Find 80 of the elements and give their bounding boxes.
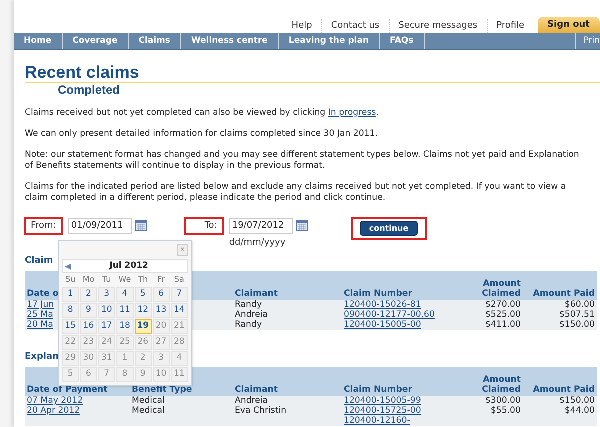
column-header: Claim Number	[342, 271, 462, 300]
section-title: Claim	[25, 256, 54, 266]
table-cell: Eva Christin	[235, 406, 287, 416]
table-cell: $507.51	[559, 310, 595, 320]
calendar-day[interactable]: 18	[116, 319, 134, 334]
calendar-day[interactable]: 11	[116, 303, 134, 318]
page-title: Recent claims	[25, 64, 140, 82]
calendar-day[interactable]: 14	[170, 303, 188, 318]
calendar-day[interactable]: 16	[80, 319, 98, 334]
date-link[interactable]: 20 Ma	[27, 320, 54, 330]
nav-item[interactable]: Home	[14, 33, 63, 49]
weekday-label: Fr	[156, 274, 166, 286]
calendar-day[interactable]: 5	[134, 287, 152, 302]
table-cell: $150.00	[559, 320, 595, 330]
weekday-label: Mo	[82, 274, 96, 286]
weekday-label: Sa	[173, 274, 186, 286]
table-cell: Andreia	[235, 396, 268, 406]
table-cell: Andreia	[235, 310, 268, 320]
top-link[interactable]: Help	[282, 19, 322, 33]
print-link[interactable]: Prin	[576, 33, 600, 49]
weekday-label: Su	[64, 274, 77, 286]
calendar-icon[interactable]	[135, 220, 148, 231]
nav-item[interactable]: Claims	[128, 33, 182, 49]
weekday-label: Th	[137, 274, 150, 286]
column-header: Claimant	[233, 367, 342, 396]
table-cell: $525.00	[485, 310, 521, 320]
table-cell: $411.00	[485, 320, 521, 330]
page-subtitle: Completed	[58, 83, 122, 98]
table-cell: $60.00	[564, 300, 595, 310]
calendar-icon[interactable]	[296, 220, 308, 231]
paragraph: Note: our statement format has changed and you may see different statement types below. Claims not yet paid and Explanation of Benefits statements will continue to display in the previous format.	[25, 150, 580, 172]
column-header: Amount Claimed	[462, 367, 523, 396]
table-cell: $300.00	[485, 396, 521, 406]
paragraph: Claims received but not yet completed can also be viewed by clicking In progress.	[25, 108, 380, 119]
month-label: Jul 2012	[108, 261, 150, 271]
sign-out-tab[interactable]: Sign out	[538, 17, 600, 33]
nav-item[interactable]: FAQs	[380, 33, 425, 49]
continue-button[interactable]: continue	[360, 221, 418, 236]
calendar-day[interactable]: 7	[170, 287, 188, 302]
weekday-label: We	[118, 274, 132, 286]
column-header: Claimant	[233, 271, 342, 300]
table-cell: Randy	[235, 300, 262, 310]
table-cell: Medical	[132, 396, 165, 406]
calendar-day[interactable]: 15	[62, 319, 80, 334]
calendar-day[interactable]: 17	[98, 319, 116, 334]
calendar-day[interactable]: 9	[80, 303, 98, 318]
calendar-day[interactable]: 12	[134, 303, 152, 318]
from-date-field[interactable]: 01/09/2011	[68, 218, 132, 234]
in-progress-link[interactable]: In progress	[328, 108, 376, 118]
paragraph: We can only present detailed information for claims completed since 30 Jan 2011.	[25, 129, 379, 140]
calendar-day[interactable]: 10	[98, 303, 116, 318]
table-cell: $44.00	[564, 406, 595, 416]
weekday-label: Tu	[101, 274, 112, 286]
table-cell: $270.00	[485, 300, 521, 310]
nav-item[interactable]: Leaving the plan	[278, 33, 380, 49]
previous-month-button[interactable]: ◀	[63, 262, 72, 270]
calendar-day[interactable]: 6	[152, 287, 170, 302]
table-cell: Randy	[235, 320, 262, 330]
date-format-hint: dd/mm/yyyy	[229, 238, 287, 248]
table-cell: $150.00	[559, 396, 595, 406]
column-header: Amount Paid	[523, 367, 597, 396]
calendar-day[interactable]: 2	[80, 287, 98, 302]
to-date-field[interactable]: 19/07/2012	[229, 218, 294, 234]
calendar-day[interactable]: 4	[116, 287, 134, 302]
nav-item[interactable]: Coverage	[62, 33, 129, 49]
calendar-day[interactable]: 19	[134, 319, 152, 334]
nav-item[interactable]: Wellness centre	[181, 33, 279, 49]
calendar-day[interactable]: 1	[62, 287, 80, 302]
column-header: Claim Number	[342, 367, 462, 396]
paragraph: Claims for the indicated period are listed below and exclude any claims received but not yet completed. If you want to view a claim completed in a different period, please indicate the period and click continue.	[25, 182, 568, 204]
column-header: Amount Paid	[523, 271, 597, 300]
calendar-day[interactable]: 3	[98, 287, 116, 302]
to-label: To:	[185, 218, 224, 234]
calendar-day[interactable]: 8	[62, 303, 80, 318]
column-header: Amount Claimed	[462, 271, 523, 300]
calendar-day[interactable]: 13	[152, 303, 170, 318]
from-label: From:	[25, 218, 62, 234]
table-cell: $55.00	[490, 406, 521, 416]
table-cell: Medical	[132, 406, 165, 416]
section-title: Explan	[25, 352, 59, 362]
